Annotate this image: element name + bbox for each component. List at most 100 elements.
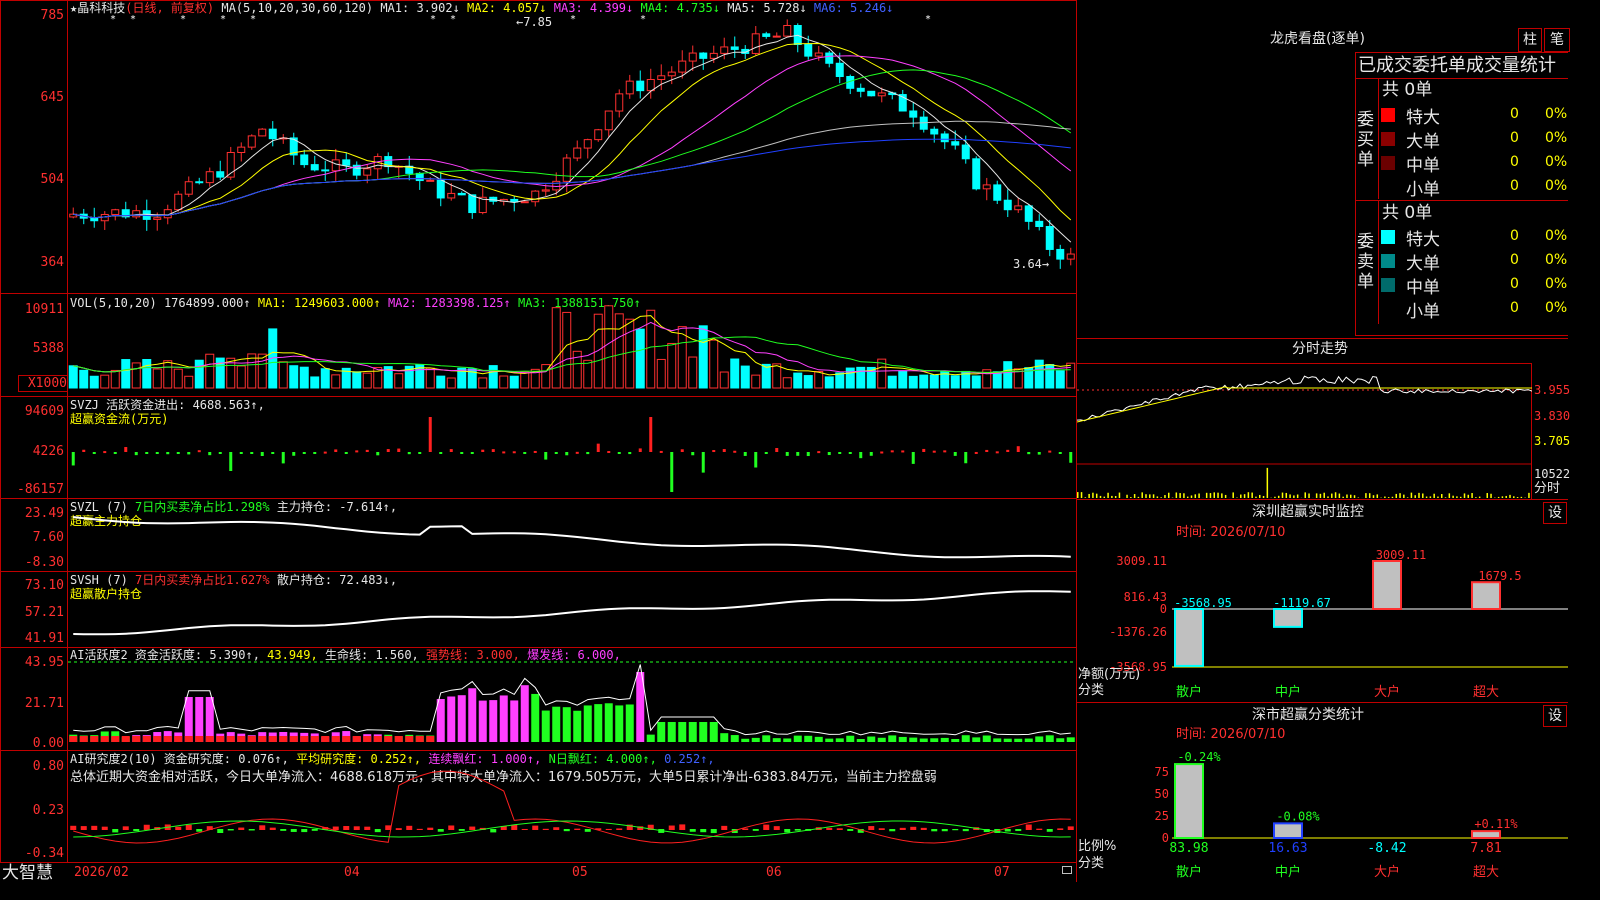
intraday-vol-bar xyxy=(1183,493,1185,498)
ai-active-bar xyxy=(961,735,970,742)
intraday-vol-bar xyxy=(1217,492,1219,498)
candle xyxy=(111,209,120,215)
ai-base-bar xyxy=(289,736,298,742)
research-bar xyxy=(353,826,360,830)
research-bar xyxy=(416,828,423,830)
fund-flow-bar xyxy=(764,452,768,454)
fund-flow-bar xyxy=(418,452,422,454)
volume-bar xyxy=(499,375,509,389)
intraday-vol-bar xyxy=(1251,492,1253,498)
ai-base-bar xyxy=(279,736,288,742)
ai-active-bar xyxy=(909,737,918,742)
volume-bar xyxy=(551,307,561,389)
ai-active-bar xyxy=(552,706,561,742)
intraday-vol-bar xyxy=(1441,494,1443,498)
intraday-vol-bar xyxy=(1376,494,1379,498)
research-bar xyxy=(1025,824,1032,830)
intraday-vol-bar xyxy=(1190,495,1193,498)
fund-flow-bar xyxy=(470,452,474,454)
intraday-vol-bar xyxy=(1365,493,1367,498)
intraday-vol-label: 分时 xyxy=(1534,481,1561,496)
color-swatch xyxy=(1381,254,1395,268)
intraday-vol-bar xyxy=(1209,493,1212,498)
volume-bar xyxy=(656,358,666,389)
time-axis[interactable] xyxy=(0,862,1077,883)
intraday-vol-bar xyxy=(1368,493,1371,498)
intraday-vol-bar xyxy=(1384,496,1386,498)
time-label-3: 06 xyxy=(766,865,782,880)
intraday-vol-bar xyxy=(1141,492,1143,498)
intraday-vol-bar xyxy=(1516,497,1519,498)
candle xyxy=(184,181,193,195)
volume-chart[interactable] xyxy=(68,294,1076,396)
candle xyxy=(961,144,970,160)
fund-flow-chart[interactable] xyxy=(68,397,1076,498)
retail-holding-chart[interactable] xyxy=(68,572,1076,647)
price-axis-2: 504 xyxy=(40,172,64,187)
volume-bar xyxy=(730,358,740,389)
fund-flow-bar xyxy=(449,449,453,452)
candle xyxy=(804,43,813,57)
ai-research-chart[interactable] xyxy=(68,751,1076,862)
classify-settings-button[interactable]: 设 xyxy=(1543,705,1567,727)
main-holding-chart[interactable] xyxy=(68,499,1076,571)
monitor-xlabel: 分类 xyxy=(1078,683,1105,698)
ma-marker: * xyxy=(570,14,576,25)
svzl-axis-2: -8.30 xyxy=(24,555,64,570)
research-bar xyxy=(101,826,108,830)
price-axis-3: 364 xyxy=(40,255,64,270)
candle xyxy=(174,193,183,211)
ai-active-bar xyxy=(919,738,928,742)
ai-active-bar xyxy=(510,700,519,742)
ai-base-bar xyxy=(90,736,99,742)
bar-mode-button[interactable]: 柱 xyxy=(1518,28,1542,52)
time-label-1: 04 xyxy=(344,865,360,880)
volume-bar xyxy=(173,368,183,389)
monitor-settings-button[interactable]: 设 xyxy=(1543,502,1567,524)
ai-base-bar xyxy=(153,736,162,742)
lock-icon[interactable] xyxy=(1062,866,1072,874)
order-percent: 0% xyxy=(1545,276,1568,292)
ai-active-bar xyxy=(972,737,981,742)
fund-flow-bar xyxy=(596,443,600,452)
volume-bar xyxy=(436,375,446,389)
candle xyxy=(783,25,792,37)
fund-flow-bar xyxy=(911,452,915,464)
ai-active-bar xyxy=(940,737,949,742)
svsh-axis-2: 41.91 xyxy=(24,631,64,646)
research-bar xyxy=(217,829,224,834)
volume-bar xyxy=(152,368,162,389)
fund-flow-bar xyxy=(512,451,516,454)
fund-flow-bar xyxy=(659,450,663,453)
research-bar xyxy=(311,829,318,831)
intraday-vol-bar xyxy=(1243,494,1246,498)
order-type-label: 中单 xyxy=(1406,156,1440,176)
ai-base-bar xyxy=(321,736,330,742)
intraday-vol-bar xyxy=(1262,495,1265,498)
vol-axis-0: 10911 xyxy=(24,302,64,317)
intraday-chart[interactable] xyxy=(1077,364,1532,499)
volume-bar xyxy=(278,361,288,389)
time-label-2: 05 xyxy=(572,865,588,880)
research-bar xyxy=(826,827,833,830)
research-bar xyxy=(343,826,350,830)
intraday-vol-bar xyxy=(1289,494,1291,498)
research-bar xyxy=(700,829,707,833)
volume-bar xyxy=(593,313,603,389)
intraday-vol-bar xyxy=(1444,497,1447,498)
candle xyxy=(457,192,466,196)
classify-bar-chart[interactable]: 75 50 25 0 -0.24% 83.98 散户 -0.08% 16.63 中户 -8.42 大户… xyxy=(1077,742,1568,882)
svsh-axis-0: 73.10 xyxy=(24,578,64,593)
intraday-vol-bar xyxy=(1357,497,1360,498)
intraday-vol-bar xyxy=(1452,495,1454,498)
tick-mode-button[interactable]: 笔 xyxy=(1544,28,1570,52)
candle xyxy=(247,135,256,148)
volume-bar xyxy=(131,362,141,389)
intraday-vol-bar xyxy=(1395,493,1397,498)
ma-marker: * xyxy=(220,14,226,25)
candlestick-chart[interactable]: * * * * * * * * * * xyxy=(68,0,1076,292)
ai-active-chart[interactable] xyxy=(68,648,1076,750)
svzj-axis-2: -86157 xyxy=(17,482,64,497)
monitor-bar-chart[interactable]: 3009.11816.430-1376.26-3568.95-3568.95散户… xyxy=(1077,540,1568,700)
ai-base-bar xyxy=(363,736,372,742)
